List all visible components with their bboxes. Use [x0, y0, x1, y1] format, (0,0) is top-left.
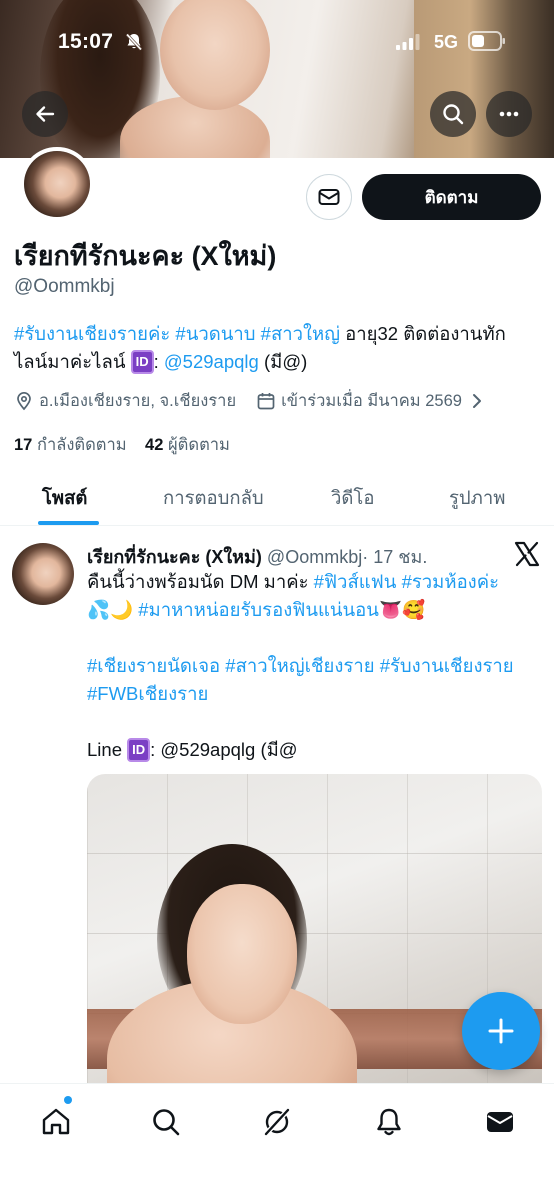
bio-text: (มี@) [258, 351, 308, 372]
post-blank-line [87, 624, 542, 652]
back-button[interactable] [22, 91, 68, 137]
post-text-segment: คืนนี้ว่างพร้อมนัด DM มาค่ะ [87, 571, 314, 592]
post-author-avatar[interactable] [12, 543, 74, 605]
avatar-image [12, 543, 74, 605]
avatar-image [24, 151, 90, 217]
following-count: 17 [14, 436, 33, 454]
compose-button[interactable] [462, 992, 540, 1070]
post-text-segment: Line [87, 739, 128, 760]
post-hashtag[interactable]: #รวมห้องค่ะ [402, 571, 499, 592]
x-logo-icon [514, 541, 540, 567]
post-line: 💦🌙 #มาหาหน่อยรับรองฟินแน่นอน👅🥰 [87, 596, 542, 624]
post-text-segment: : @529apqlg (มี@ [150, 739, 298, 760]
follow-button[interactable]: ติดตาม [362, 174, 541, 220]
more-button[interactable] [486, 91, 532, 137]
calendar-icon [257, 393, 275, 410]
bio-hashtag[interactable]: #สาวใหญ่ [261, 323, 340, 344]
nav-home[interactable] [38, 1104, 74, 1140]
profile-handle: @Oommkbj [14, 276, 115, 297]
profile-tabs: โพสต์ การตอบกลับ วิดีโอ รูปภาพ [0, 466, 554, 526]
profile-avatar[interactable] [20, 147, 94, 221]
post-time: · 17 ชม. [362, 547, 428, 567]
more-icon [499, 111, 519, 117]
location-pin-icon [17, 391, 31, 411]
network-type: 5G [434, 32, 459, 52]
post-hashtag[interactable]: #เชียงรายนัดเจอ [87, 655, 220, 676]
profile-meta: อ.เมืองเชียงราย, จ.เชียงราย เข้าร่วมเมื่… [14, 388, 491, 414]
followers-link[interactable]: 42 ผู้ติดตาม [145, 436, 230, 454]
nav-search[interactable] [148, 1104, 184, 1140]
media-person-face [187, 884, 297, 1024]
profile-display-name: เรียกทีรักนะคะ (Xใหม่) [14, 241, 277, 271]
post-emoji: 💦🌙 [87, 599, 134, 620]
nav-notifications[interactable] [371, 1104, 407, 1140]
bell-slash-icon [125, 33, 143, 51]
tab-replies[interactable]: การตอบกลับ [163, 484, 264, 513]
post-line: Line ID: @529apqlg (มี@ [87, 736, 542, 764]
status-bar: 15:07 5G [0, 22, 554, 62]
home-icon [42, 1108, 70, 1135]
active-tab-indicator [38, 521, 99, 525]
plus-icon [488, 1018, 514, 1044]
post-emoji: 👅🥰 [378, 599, 426, 620]
search-button[interactable] [430, 91, 476, 137]
post-hashtag[interactable]: #สาวใหญ่เชียงราย [225, 655, 374, 676]
chevron-right-icon[interactable] [468, 392, 486, 410]
post-line: #เชียงรายนัดเจอ #สาวใหญ่เชียงราย #รับงาน… [87, 652, 542, 708]
battery-icon [468, 31, 505, 51]
post-hashtag[interactable]: #รับงานเชียงราย [380, 655, 514, 676]
search-icon [153, 1109, 180, 1136]
signal-icon [396, 34, 420, 50]
nav-grok[interactable] [259, 1104, 295, 1140]
post-hashtag[interactable]: #มาหาหน่อยรับรองฟินแน่นอน [138, 599, 379, 620]
followers-count: 42 [145, 436, 164, 454]
bottom-navigation [0, 1083, 554, 1200]
post-author-handle[interactable]: @Oommkbj [267, 547, 362, 567]
bio-hashtag[interactable]: #นวดนาบ [175, 323, 255, 344]
profile-location: อ.เมืองเชียงราย, จ.เชียงราย [39, 392, 237, 410]
profile-joined-date: เข้าร่วมเมื่อ มีนาคม 2569 [281, 392, 462, 410]
follow-counts: 17 กำลังติดตาม 42 ผู้ติดตาม [14, 432, 230, 458]
notification-dot [64, 1096, 72, 1104]
post-text: คืนนี้ว่างพร้อมนัด DM มาค่ะ #ฟิวส์แฟน #ร… [87, 568, 542, 764]
id-emoji-icon: ID [127, 738, 151, 762]
profile-bio: #รับงานเชียงรายค่ะ #นวดนาบ #สาวใหญ่ อายุ… [14, 320, 539, 376]
post-blank-line [87, 708, 542, 736]
post-line: คืนนี้ว่างพร้อมนัด DM มาค่ะ #ฟิวส์แฟน #ร… [87, 568, 542, 596]
status-time: 15:07 [58, 30, 114, 53]
post-hashtag[interactable]: #ฟิวส์แฟน [314, 571, 397, 592]
envelope-filled-icon [487, 1112, 513, 1132]
tab-posts[interactable]: โพสต์ [42, 484, 87, 513]
post-author-name[interactable]: เรียกที่รักนะคะ (Xใหม่) [87, 547, 262, 567]
id-emoji-icon: ID [130, 350, 154, 374]
bio-line-id-link[interactable]: @529apqlg [164, 351, 259, 372]
nav-messages[interactable] [482, 1104, 518, 1140]
search-icon [443, 104, 464, 125]
envelope-icon [318, 189, 340, 205]
grok-icon [264, 1108, 290, 1136]
post-header: เรียกที่รักนะคะ (Xใหม่) @Oommkbj· 17 ชม. [87, 542, 427, 571]
following-link[interactable]: 17 กำลังติดตาม [14, 436, 127, 454]
tab-photos[interactable]: รูปภาพ [449, 484, 505, 513]
post-hashtag[interactable]: #FWBเชียงราย [87, 683, 208, 704]
message-button[interactable] [306, 174, 352, 220]
bio-hashtag[interactable]: #รับงานเชียงรายค่ะ [14, 323, 170, 344]
following-label: กำลังติดตาม [36, 436, 127, 454]
tab-videos[interactable]: วิดีโอ [331, 484, 374, 513]
bio-colon: : [153, 351, 164, 372]
bell-icon [377, 1108, 401, 1136]
arrow-left-icon [36, 106, 55, 122]
followers-label: ผู้ติดตาม [167, 436, 230, 454]
